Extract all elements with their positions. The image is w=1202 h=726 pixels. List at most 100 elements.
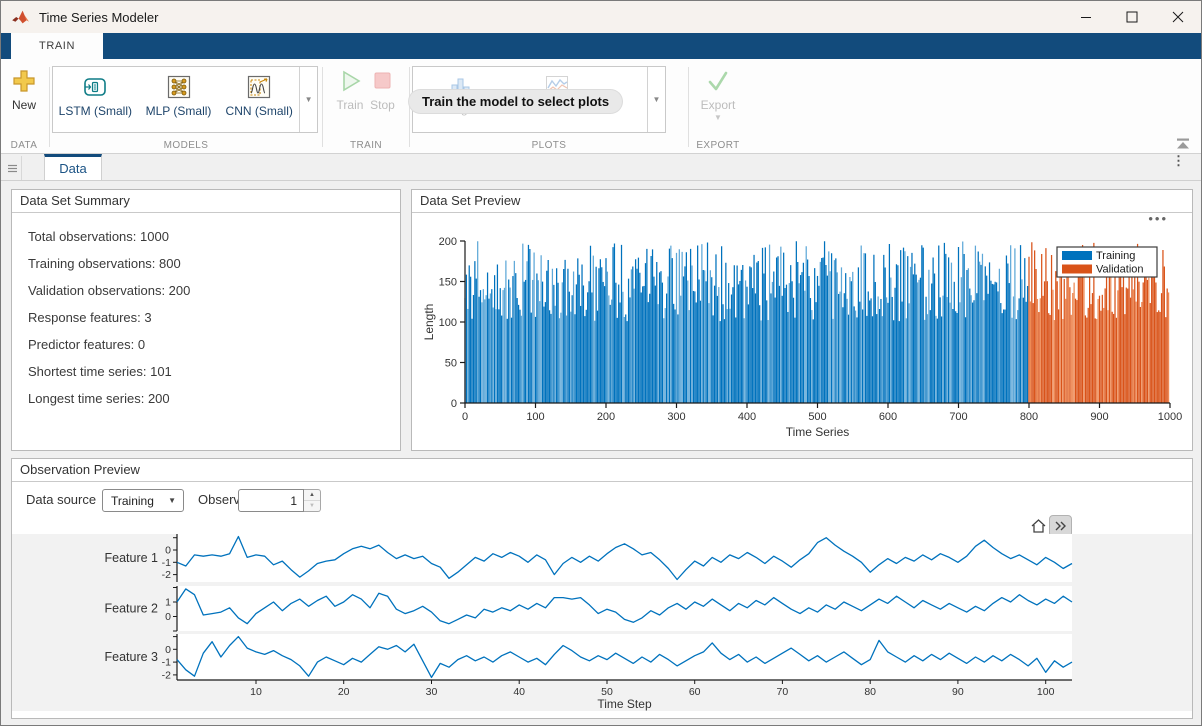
- collapse-ribbon-button[interactable]: [1175, 137, 1191, 149]
- models-gallery-dropdown[interactable]: ▼: [299, 67, 317, 132]
- svg-text:Time Step: Time Step: [597, 697, 652, 711]
- svg-text:0: 0: [451, 398, 457, 410]
- svg-text:Validation: Validation: [1096, 264, 1144, 276]
- tab-data[interactable]: Data: [44, 154, 102, 180]
- data-source-value: Training: [111, 494, 168, 508]
- svg-text:Feature 3: Feature 3: [104, 650, 158, 664]
- cnn-model-icon: [246, 74, 272, 100]
- train-button-label: Train: [337, 98, 364, 112]
- chevron-down-icon: ▼: [168, 496, 176, 505]
- svg-text:600: 600: [879, 411, 897, 423]
- svg-text:Length: Length: [422, 304, 436, 341]
- svg-text:-1: -1: [162, 657, 171, 669]
- ribbon-divider: [49, 67, 50, 147]
- models-gallery: LSTM (Small): [52, 66, 318, 133]
- plots-section-label: PLOTS: [412, 140, 686, 151]
- train-section-label: TRAIN: [325, 140, 407, 151]
- svg-text:300: 300: [667, 411, 685, 423]
- double-chevron-right-icon: [1055, 521, 1066, 531]
- export-button-label: Export: [701, 98, 736, 112]
- ribbon-toolstrip: New DATA LSTM (Small): [1, 59, 1201, 154]
- plots-tooltip: Train the model to select plots: [409, 90, 622, 113]
- stop-square-icon: [369, 68, 395, 94]
- home-icon[interactable]: [1030, 518, 1047, 534]
- data-set-preview-panel: Data Set Preview ••• 0501001502000100200…: [411, 189, 1193, 451]
- data-source-dropdown[interactable]: Training ▼: [102, 489, 184, 512]
- close-button[interactable]: [1155, 1, 1201, 33]
- models-section-label: MODELS: [52, 140, 320, 151]
- model-cnn-small[interactable]: CNN (Small): [219, 67, 299, 132]
- export-dropdown-caret: ▼: [714, 113, 722, 122]
- stop-button[interactable]: Stop: [369, 59, 395, 153]
- svg-text:Feature 1: Feature 1: [104, 551, 158, 565]
- new-button[interactable]: New: [1, 59, 47, 112]
- model-mlp-small[interactable]: MLP (Small): [138, 67, 220, 132]
- ribbon-tab-strip: TRAIN: [1, 33, 1201, 59]
- svg-text:20: 20: [338, 686, 350, 698]
- data-source-label: Data source: [26, 492, 96, 507]
- train-play-icon: [337, 68, 363, 94]
- svg-text:Training: Training: [1096, 250, 1135, 262]
- summary-panel-title: Data Set Summary: [12, 190, 400, 213]
- svg-text:900: 900: [1090, 411, 1108, 423]
- svg-text:0: 0: [462, 411, 468, 423]
- svg-text:200: 200: [597, 411, 615, 423]
- train-button[interactable]: Train: [337, 59, 364, 153]
- svg-text:150: 150: [439, 277, 457, 289]
- svg-text:40: 40: [513, 686, 525, 698]
- observation-spinner: ▲ ▼: [238, 489, 321, 512]
- svg-text:0: 0: [165, 611, 171, 623]
- new-plus-icon: [11, 68, 37, 94]
- svg-text:-1: -1: [162, 557, 171, 569]
- title-bar: Time Series Modeler: [1, 1, 1201, 33]
- svg-text:1: 1: [165, 597, 171, 609]
- maximize-button[interactable]: [1109, 1, 1155, 33]
- dataset-preview-chart: 0 50 100 150 200 0 100 200 300 400 500 600 700 800 900…: [412, 212, 1192, 450]
- stop-button-label: Stop: [370, 98, 395, 112]
- export-button[interactable]: Export ▼: [691, 59, 745, 122]
- ribbon-divider: [688, 67, 689, 147]
- spinner-up-icon[interactable]: ▲: [304, 490, 320, 501]
- summary-predictor-features: Predictor features: 0: [28, 331, 400, 358]
- svg-text:800: 800: [1020, 411, 1038, 423]
- minimize-button[interactable]: [1063, 1, 1109, 33]
- spinner-down-icon[interactable]: ▼: [304, 501, 320, 511]
- observation-input[interactable]: [238, 489, 304, 512]
- new-button-label: New: [12, 98, 36, 112]
- mlp-label: MLP (Small): [146, 104, 212, 118]
- observation-panel-title: Observation Preview: [12, 459, 1192, 482]
- summary-list: Total observations: 1000 Training observ…: [12, 213, 400, 412]
- svg-text:500: 500: [808, 411, 826, 423]
- window-title: Time Series Modeler: [39, 10, 158, 25]
- summary-response-features: Response features: 3: [28, 304, 400, 331]
- plots-gallery-dropdown[interactable]: ▼: [647, 67, 665, 132]
- cnn-label: CNN (Small): [226, 104, 293, 118]
- tab-train[interactable]: TRAIN: [11, 33, 103, 59]
- hamburger-icon: [8, 164, 17, 173]
- tab-options-kebab-icon[interactable]: ⋮: [1172, 157, 1185, 164]
- panel-menu-button[interactable]: [3, 156, 22, 180]
- svg-text:-2: -2: [162, 669, 171, 681]
- observation-preview-panel: Observation Preview Data source Training…: [11, 458, 1193, 719]
- svg-text:80: 80: [864, 686, 876, 698]
- svg-text:100: 100: [526, 411, 544, 423]
- svg-text:400: 400: [738, 411, 756, 423]
- lstm-model-icon: [82, 74, 108, 100]
- preview-panel-title: Data Set Preview: [412, 190, 1192, 213]
- svg-text:700: 700: [949, 411, 967, 423]
- document-tab-bar: Data ⋮: [1, 154, 1201, 181]
- export-check-icon: [705, 68, 731, 94]
- svg-text:0: 0: [165, 644, 171, 656]
- svg-text:10: 10: [250, 686, 262, 698]
- ribbon-section-export: Export ▼ EXPORT: [691, 59, 745, 153]
- data-set-summary-panel: Data Set Summary Total observations: 100…: [11, 189, 401, 451]
- svg-text:100: 100: [439, 317, 457, 329]
- svg-text:60: 60: [689, 686, 701, 698]
- ribbon-section-train: Train Stop TRAIN: [325, 59, 407, 153]
- svg-text:50: 50: [445, 358, 457, 370]
- svg-text:200: 200: [439, 236, 457, 248]
- svg-text:70: 70: [777, 686, 789, 698]
- ribbon-section-data: New DATA: [1, 59, 47, 153]
- mlp-model-icon: [166, 74, 192, 100]
- model-lstm-small[interactable]: LSTM (Small): [53, 67, 138, 132]
